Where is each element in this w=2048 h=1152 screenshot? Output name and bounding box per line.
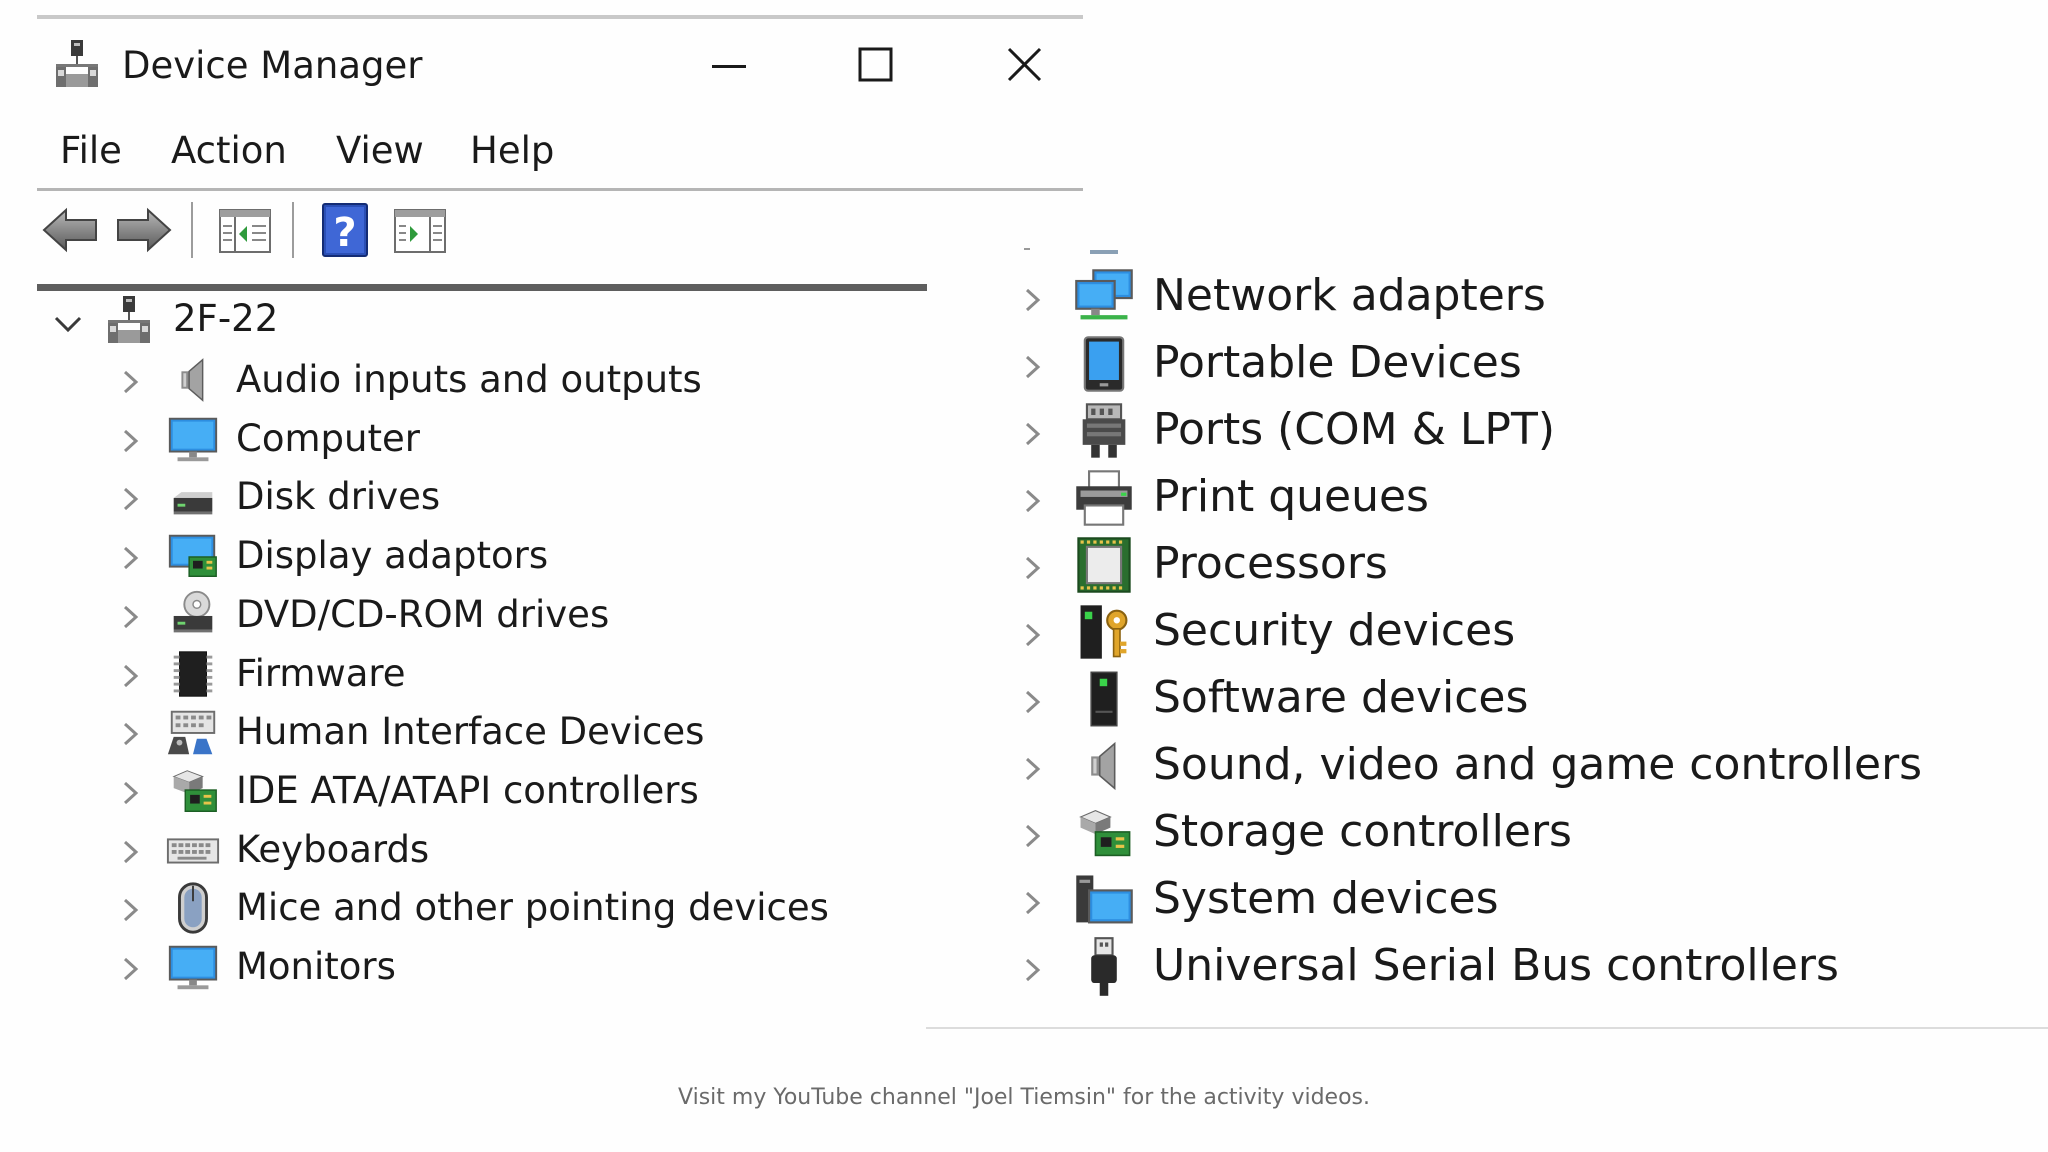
monitor-icon <box>168 945 218 990</box>
tree-item-label[interactable]: Software devices <box>1153 670 1528 726</box>
chevron-right-icon[interactable] <box>1018 282 1046 318</box>
menu-help[interactable]: Help <box>470 126 554 176</box>
chevron-right-icon[interactable] <box>1018 885 1046 921</box>
tree-item-label[interactable]: Network adapters <box>1153 268 1546 324</box>
chevron-right-icon[interactable] <box>1018 483 1046 519</box>
show-hide-console-tree-icon[interactable] <box>215 202 275 258</box>
port-icon <box>1082 403 1126 458</box>
system-devices-icon <box>1076 875 1133 924</box>
chevron-right-icon[interactable] <box>116 951 144 987</box>
tree-item-label[interactable]: Ports (COM & LPT) <box>1153 402 1555 458</box>
chevron-right-icon[interactable] <box>1018 952 1046 988</box>
chevron-right-icon[interactable] <box>1018 617 1046 653</box>
chevron-right-icon[interactable] <box>116 423 144 459</box>
maximize-icon[interactable] <box>840 34 912 98</box>
sound-controller-icon <box>1091 741 1116 791</box>
clipped-tree-item-icon <box>1090 250 1118 254</box>
tree-pane-bottom-border <box>926 1027 2048 1029</box>
menu-divider <box>37 188 1083 191</box>
tree-item-label[interactable]: Firmware <box>236 649 406 699</box>
tree-item-label[interactable]: Universal Serial Bus controllers <box>1153 938 1839 994</box>
chip-icon <box>173 650 213 697</box>
menu-bar: File Action View Help <box>37 126 1083 178</box>
processor-icon <box>1077 537 1131 593</box>
tree-item-label[interactable]: Sound, video and game controllers <box>1153 737 1922 793</box>
close-icon[interactable] <box>990 34 1062 98</box>
network-adapter-icon <box>1075 269 1133 320</box>
tree-item-label[interactable]: Disk drives <box>236 472 440 522</box>
tree-item-label[interactable]: Storage controllers <box>1153 804 1572 860</box>
tree-root-label[interactable]: 2F-22 <box>173 294 278 344</box>
menu-action[interactable]: Action <box>171 126 287 176</box>
disk-drive-icon <box>173 492 213 515</box>
svg-text:?: ? <box>333 210 356 256</box>
tree-item-label[interactable]: Portable Devices <box>1153 335 1522 391</box>
tree-pane-top-border <box>37 284 927 291</box>
chevron-right-icon[interactable] <box>116 481 144 517</box>
chevron-right-icon[interactable] <box>1018 684 1046 720</box>
footer-caption: Visit my YouTube channel "Joel Tiemsin" … <box>678 1085 1370 1110</box>
chevron-right-icon[interactable] <box>116 364 144 400</box>
device-manager-app-icon <box>56 40 98 87</box>
display-adapter-icon <box>168 534 217 578</box>
tree-item-label[interactable]: DVD/CD-ROM drives <box>236 590 609 640</box>
chevron-right-icon[interactable] <box>116 599 144 635</box>
tree-item-label[interactable]: IDE ATA/ATAPI controllers <box>236 766 699 816</box>
computer-monitor-icon <box>168 417 218 461</box>
chevron-right-icon[interactable] <box>116 540 144 576</box>
menu-view[interactable]: View <box>336 126 424 176</box>
chevron-right-icon[interactable] <box>1018 751 1046 787</box>
chevron-right-icon[interactable] <box>116 716 144 752</box>
tree-item-label[interactable]: Computer <box>236 414 420 464</box>
software-device-icon <box>1090 671 1118 727</box>
chevron-right-icon[interactable] <box>116 775 144 811</box>
forward-arrow-icon[interactable] <box>114 202 174 258</box>
tree-item-label[interactable]: Keyboards <box>236 825 429 875</box>
tree-item-label[interactable]: Mice and other pointing devices <box>236 883 829 933</box>
portable-device-icon <box>1083 336 1125 392</box>
tree-item-label[interactable]: Print queues <box>1153 469 1429 525</box>
mouse-icon <box>178 882 208 934</box>
menu-file[interactable]: File <box>60 126 122 176</box>
chevron-down-icon[interactable] <box>50 306 86 342</box>
chevron-right-icon[interactable] <box>1018 349 1046 385</box>
tree-item-label[interactable]: Display adaptors <box>236 531 548 581</box>
storage-controller-icon <box>1079 810 1131 857</box>
help-icon[interactable]: ? <box>315 202 375 258</box>
security-key-icon <box>1080 605 1128 659</box>
tree-item-label[interactable]: Processors <box>1153 536 1388 592</box>
chevron-right-icon[interactable] <box>116 892 144 928</box>
window-title: Device Manager <box>122 44 423 87</box>
chevron-right-icon[interactable] <box>1018 416 1046 452</box>
show-hide-action-pane-icon[interactable] <box>390 202 450 258</box>
toolbar-divider <box>292 202 294 258</box>
keyboard-icon <box>166 838 220 864</box>
tree-item-label[interactable]: Security devices <box>1153 603 1515 659</box>
tree-item-label[interactable]: System devices <box>1153 871 1499 927</box>
window-top-border <box>37 15 1083 19</box>
tree-item-label[interactable]: Monitors <box>236 942 396 992</box>
chevron-right-icon[interactable] <box>116 658 144 694</box>
clipped-chevron <box>1024 248 1030 250</box>
usb-plug-icon <box>1091 937 1117 996</box>
chevron-right-icon[interactable] <box>1018 818 1046 854</box>
dvd-drive-icon <box>173 590 213 633</box>
back-arrow-icon[interactable] <box>40 202 100 258</box>
printer-icon <box>1076 470 1132 526</box>
chevron-right-icon[interactable] <box>116 834 144 870</box>
chevron-right-icon[interactable] <box>1018 550 1046 586</box>
ide-controller-icon <box>172 770 217 812</box>
minimize-icon[interactable] <box>693 34 765 98</box>
toolbar-divider <box>191 202 193 258</box>
tree-item-label[interactable]: Audio inputs and outputs <box>236 355 702 405</box>
hid-icon <box>167 710 216 755</box>
tree-item-label[interactable]: Human Interface Devices <box>236 707 704 757</box>
speaker-icon <box>181 358 204 402</box>
computer-root-icon <box>108 296 150 343</box>
